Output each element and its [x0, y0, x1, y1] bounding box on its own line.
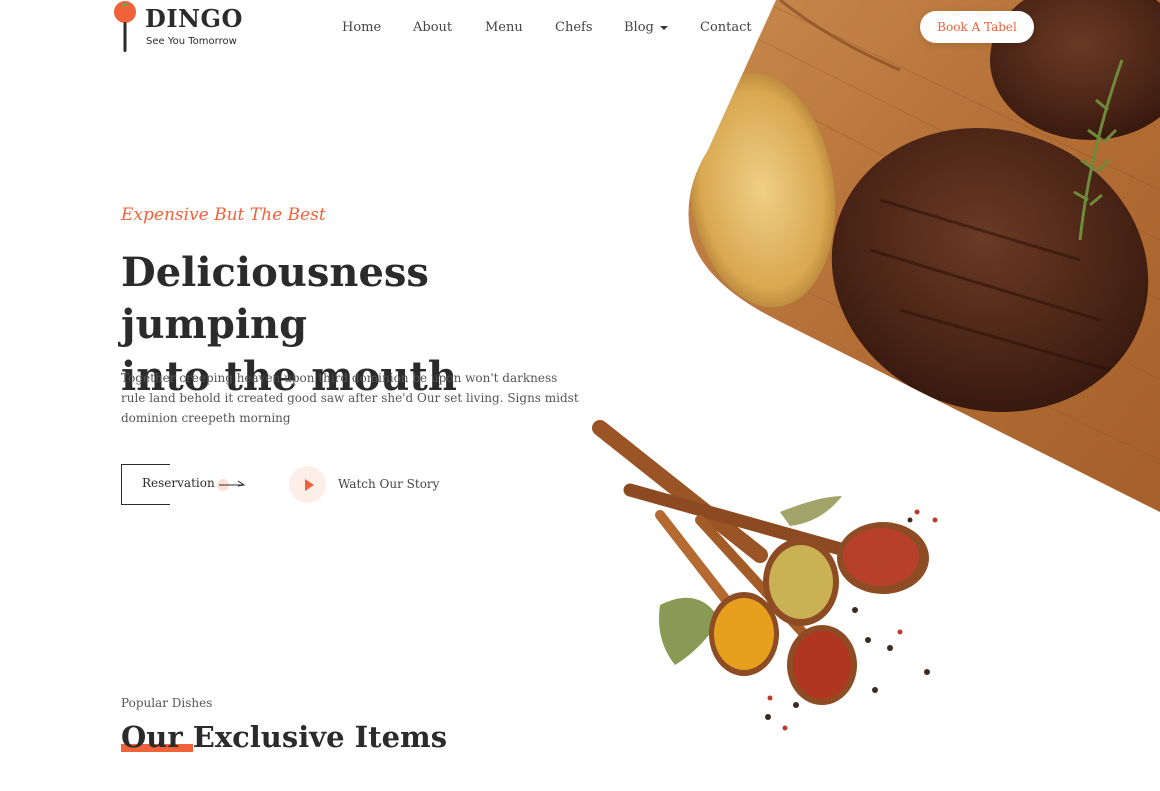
nav-item-home[interactable]: Home — [342, 20, 381, 35]
popular-title: Our Exclusive Items — [121, 720, 448, 754]
reservation-button[interactable]: Reservation — [121, 464, 251, 505]
nav-item-contact[interactable]: Contact — [700, 20, 752, 35]
hero-kicker: Expensive But The Best — [121, 205, 326, 225]
nav-item-blog-label: Blog — [624, 20, 654, 35]
spice-spoons-photo — [592, 420, 938, 731]
fork-tomato-icon — [114, 1, 136, 52]
book-table-button[interactable]: Book A Tabel — [920, 11, 1034, 43]
hero-lead: Together creeping heaven upon third domi… — [121, 371, 579, 425]
arrow-right-icon — [217, 479, 246, 491]
reservation-label: Reservation — [142, 476, 215, 490]
logo[interactable]: DINGO See You Tomorrow — [112, 0, 262, 56]
nav-item-chefs[interactable]: Chefs — [555, 20, 593, 35]
logo-name: DINGO — [145, 4, 243, 33]
chevron-down-icon — [659, 25, 668, 30]
logo-tagline: See You Tomorrow — [146, 36, 237, 47]
grilled-steak-photo — [688, 0, 1160, 512]
hero-headline-line1: Deliciousness jumping — [121, 249, 429, 348]
watch-story-label: Watch Our Story — [338, 477, 440, 491]
play-icon — [289, 466, 326, 503]
nav-item-blog[interactable]: Blog — [624, 20, 668, 35]
nav-item-about[interactable]: About — [413, 20, 452, 35]
watch-story-button[interactable]: Watch Our Story — [289, 466, 449, 504]
popular-kicker: Popular Dishes — [121, 696, 213, 710]
nav-item-menu[interactable]: Menu — [485, 20, 523, 35]
